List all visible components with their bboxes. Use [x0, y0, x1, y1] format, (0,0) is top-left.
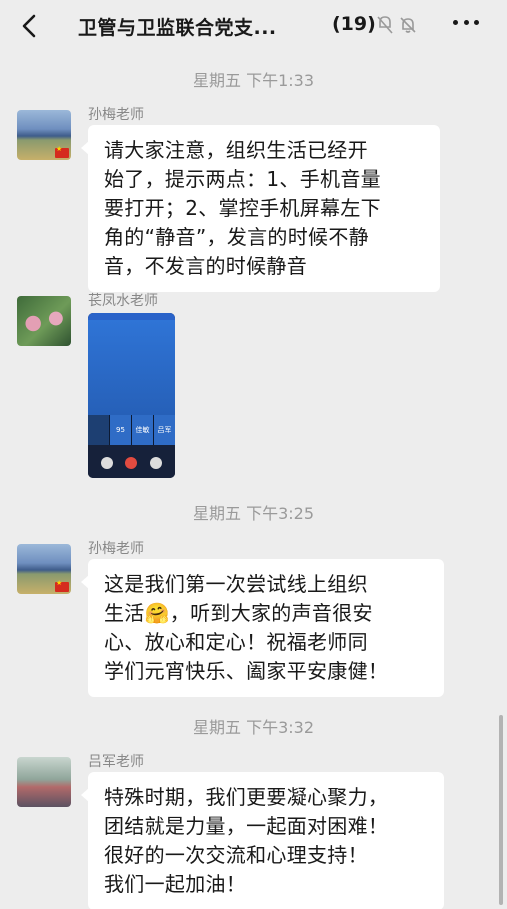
china-flag-icon — [55, 145, 69, 158]
participant-tile: 95 — [110, 415, 131, 445]
timestamp: 星期五 下午3:32 — [192, 718, 315, 737]
mute-icon — [377, 16, 393, 34]
timestamp: 星期五 下午1:33 — [192, 71, 315, 90]
chevron-left-icon — [22, 14, 36, 38]
image-video-area — [88, 320, 175, 415]
more-button[interactable] — [453, 20, 479, 28]
more-dot — [463, 20, 469, 25]
image-call-controls — [88, 445, 175, 478]
participant-tile: 佳敏 — [132, 415, 153, 445]
participant-tile: 吕军 — [154, 415, 175, 445]
avatar[interactable] — [17, 544, 71, 594]
avatar[interactable] — [17, 110, 71, 160]
chat-header: 卫管与卫监联合党支... (19) — [0, 0, 507, 52]
message-bubble[interactable]: 特殊时期，我们更要凝心聚力， 团结就是力量，一起面对困难！ 很好的一次交流和心理… — [81, 772, 444, 909]
china-flag-icon — [55, 579, 69, 592]
participant-tile — [88, 415, 109, 445]
image-message[interactable]: 95 佳敏 吕军 — [88, 313, 175, 478]
sender-name: 孙梅老师 — [88, 541, 144, 557]
sender-name: 吕军老师 — [88, 754, 144, 770]
timestamp: 星期五 下午3:25 — [192, 504, 315, 523]
bell-off-icon — [400, 17, 416, 33]
member-count: (19) — [332, 13, 376, 35]
back-button[interactable] — [14, 10, 46, 42]
hangup-icon — [125, 457, 137, 469]
more-dot — [474, 20, 479, 25]
avatar[interactable] — [17, 757, 71, 807]
image-participant-tiles: 95 佳敏 吕军 — [88, 415, 175, 445]
speaker-icon — [150, 457, 162, 469]
message-bubble[interactable]: 这是我们第一次尝试线上组织 生活🤗，听到大家的声音很安 心、放心和定心！祝福老师… — [81, 559, 444, 697]
image-status-bar — [88, 313, 175, 320]
message-bubble[interactable]: 请大家注意，组织生活已经开 始了，提示两点：1、手机音量 要打开；2、掌控手机屏… — [81, 125, 440, 292]
sender-name: 孙梅老师 — [88, 107, 144, 123]
avatar[interactable] — [17, 296, 71, 346]
sender-name: 苌凤水老师 — [88, 293, 158, 309]
more-dots-icon — [453, 20, 458, 25]
chat-title[interactable]: 卫管与卫监联合党支... — [78, 13, 277, 40]
scrollbar[interactable] — [499, 715, 503, 905]
mic-icon — [101, 457, 113, 469]
